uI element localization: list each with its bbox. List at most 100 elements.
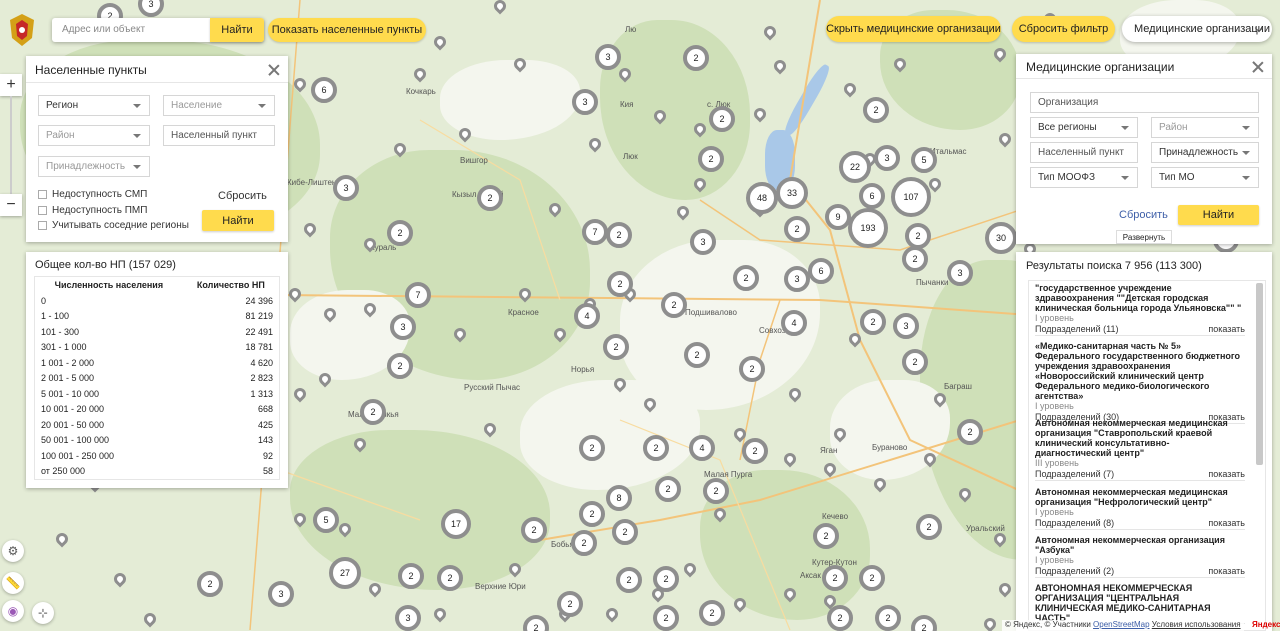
ruler-icon[interactable]: 📏 [2, 572, 24, 594]
cluster-marker[interactable]: 2 [813, 523, 839, 549]
cluster-marker[interactable]: 2 [616, 567, 642, 593]
cluster-marker[interactable]: 3 [572, 89, 598, 115]
orgs-close-icon[interactable] [1251, 60, 1265, 74]
list-item[interactable]: "государственное учреждение здравоохране… [1035, 283, 1245, 336]
neighbors-checkbox[interactable]: Учитывать соседние регионы [38, 220, 189, 231]
cluster-marker[interactable]: 2 [655, 476, 681, 502]
cluster-marker[interactable]: 4 [574, 303, 600, 329]
cluster-marker[interactable]: 2 [683, 45, 709, 71]
cluster-marker[interactable]: 2 [360, 399, 386, 425]
hide-orgs-button[interactable]: Скрыть медицинские организации [826, 16, 1001, 42]
cluster-marker[interactable]: 3 [390, 314, 416, 340]
cluster-marker[interactable]: 48 [746, 182, 778, 214]
cluster-marker[interactable]: 2 [437, 565, 463, 591]
cluster-marker[interactable]: 2 [703, 478, 729, 504]
cluster-marker[interactable]: 5 [313, 507, 339, 533]
population-select[interactable]: Население [163, 95, 275, 116]
settlement-input[interactable]: Населенный пункт [163, 125, 275, 146]
cluster-marker[interactable]: 17 [441, 509, 471, 539]
results-scrollbar[interactable] [1256, 283, 1263, 465]
district-select[interactable]: Район [38, 125, 150, 146]
locate-icon[interactable]: ⊹ [32, 602, 54, 624]
cluster-marker[interactable]: 2 [477, 185, 503, 211]
cluster-marker[interactable]: 27 [329, 557, 361, 589]
cluster-marker[interactable]: 2 [822, 565, 848, 591]
orgs-find-button[interactable]: Найти [1178, 205, 1259, 225]
terms-link[interactable]: Условия использования [1152, 620, 1241, 629]
reset-filter-button[interactable]: Сбросить фильтр [1012, 16, 1115, 42]
pmp-checkbox[interactable]: Недоступность ПМП [38, 205, 147, 216]
cluster-marker[interactable]: 30 [985, 222, 1017, 254]
orgs-affiliation-select[interactable]: Принадлежность [1151, 142, 1259, 163]
mo-type-select[interactable]: Тип МО [1151, 167, 1259, 188]
all-regions-select[interactable]: Все регионы [1030, 117, 1138, 138]
cluster-marker[interactable]: 2 [579, 435, 605, 461]
cluster-marker[interactable]: 2 [902, 246, 928, 272]
cluster-marker[interactable]: 3 [395, 605, 421, 631]
result-show-link[interactable]: показать [1208, 565, 1245, 577]
cluster-marker[interactable]: 2 [827, 605, 853, 631]
results-list[interactable]: "государственное учреждение здравоохране… [1028, 280, 1266, 631]
zoom-out-button[interactable]: − [0, 194, 22, 216]
zoom-slider[interactable] [10, 96, 12, 194]
orgs-settlement-input[interactable]: Населенный пункт [1030, 142, 1138, 163]
address-search-button[interactable]: Найти [210, 18, 264, 42]
cluster-marker[interactable]: 2 [643, 435, 669, 461]
cluster-marker[interactable]: 107 [891, 177, 931, 217]
cluster-marker[interactable]: 2 [860, 309, 886, 335]
cluster-marker[interactable]: 2 [739, 356, 765, 382]
orgs-district-select[interactable]: Район [1151, 117, 1259, 138]
cluster-marker[interactable]: 2 [557, 591, 583, 617]
cluster-marker[interactable]: 3 [874, 145, 900, 171]
organization-input[interactable]: Организация [1030, 92, 1259, 113]
cluster-marker[interactable]: 2 [607, 271, 633, 297]
cluster-marker[interactable]: 2 [698, 146, 724, 172]
cluster-marker[interactable]: 193 [848, 208, 888, 248]
cluster-marker[interactable]: 2 [387, 220, 413, 246]
address-search-input[interactable]: Адрес или объект [62, 24, 145, 35]
cluster-marker[interactable]: 2 [699, 600, 725, 626]
cluster-marker[interactable]: 2 [684, 342, 710, 368]
orgs-reset-link[interactable]: Сбросить [1119, 209, 1168, 221]
settlements-find-button[interactable]: Найти [202, 210, 274, 231]
cluster-marker[interactable]: 2 [916, 514, 942, 540]
cluster-marker[interactable]: 33 [776, 177, 808, 209]
affiliation-select[interactable]: Принадлежность [38, 156, 150, 177]
cluster-marker[interactable]: 4 [781, 310, 807, 336]
result-show-link[interactable]: показать [1208, 468, 1245, 480]
cluster-marker[interactable]: 22 [839, 151, 871, 183]
settlements-reset-link[interactable]: Сбросить [218, 190, 267, 202]
result-show-link[interactable]: показать [1208, 323, 1245, 335]
list-item[interactable]: АВТОНОМНАЯ НЕКОММЕРЧЕСКАЯ ОРГАНИЗАЦИЯ "Ц… [1035, 583, 1245, 624]
cluster-marker[interactable]: 8 [606, 485, 632, 511]
list-item[interactable]: «Медико-санитарная часть № 5» Федерально… [1035, 341, 1245, 424]
cluster-marker[interactable]: 2 [653, 605, 679, 631]
cluster-marker[interactable]: 6 [808, 258, 834, 284]
cluster-marker[interactable]: 3 [333, 175, 359, 201]
cluster-marker[interactable]: 3 [947, 260, 973, 286]
cluster-marker[interactable]: 2 [875, 605, 901, 631]
cluster-marker[interactable]: 2 [902, 349, 928, 375]
smp-checkbox[interactable]: Недоступность СМП [38, 189, 147, 200]
gear-icon[interactable]: ⚙ [2, 540, 24, 562]
cluster-marker[interactable]: 6 [311, 77, 337, 103]
osm-link[interactable]: OpenStreetMap [1093, 620, 1149, 629]
cluster-marker[interactable]: 2 [521, 517, 547, 543]
cluster-marker[interactable]: 5 [911, 147, 937, 173]
cluster-marker[interactable]: 3 [268, 581, 294, 607]
expand-button[interactable]: Развернуть [1116, 230, 1172, 244]
cluster-marker[interactable]: 2 [859, 565, 885, 591]
cluster-marker[interactable]: 2 [957, 419, 983, 445]
cluster-marker[interactable]: 2 [603, 334, 629, 360]
cluster-marker[interactable]: 2 [197, 571, 223, 597]
cluster-marker[interactable]: 2 [387, 353, 413, 379]
layers-icon[interactable]: ◉ [2, 600, 24, 622]
cluster-marker[interactable]: 2 [742, 438, 768, 464]
cluster-marker[interactable]: 2 [784, 216, 810, 242]
cluster-marker[interactable]: 3 [595, 44, 621, 70]
cluster-marker[interactable]: 2 [606, 222, 632, 248]
cluster-marker[interactable]: 2 [398, 563, 424, 589]
cluster-marker[interactable]: 7 [405, 282, 431, 308]
zoom-in-button[interactable]: + [0, 74, 22, 96]
cluster-marker[interactable]: 3 [893, 313, 919, 339]
